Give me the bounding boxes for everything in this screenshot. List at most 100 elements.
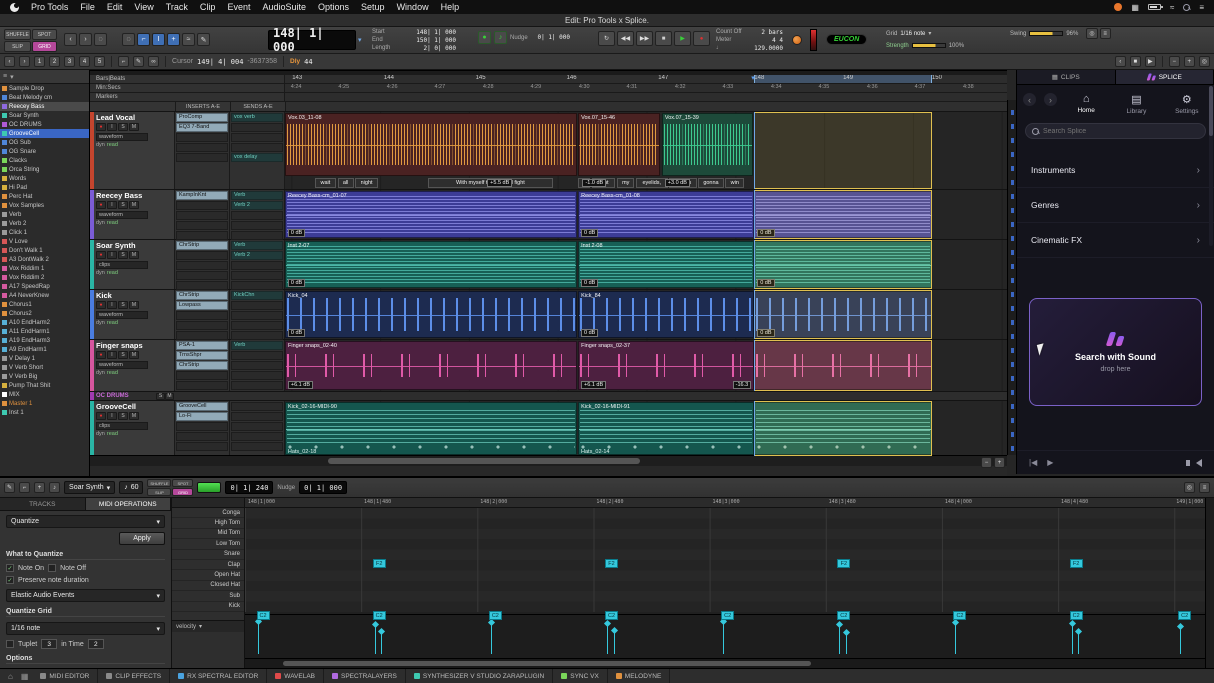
insert-slot[interactable]	[176, 422, 228, 431]
track-list-item[interactable]: Clacks	[0, 156, 89, 165]
solo-button[interactable]: S	[118, 123, 128, 131]
menu-item[interactable]: File	[80, 2, 95, 12]
lyric-box[interactable]: gonna	[698, 178, 724, 188]
splice-nav-settings[interactable]: ⚙ Settings	[1166, 93, 1208, 115]
record-enable-button[interactable]: ●	[96, 412, 106, 420]
record-enable-button[interactable]: ●	[96, 251, 106, 259]
splice-category-row[interactable]: Cinematic FX ›	[1017, 223, 1214, 258]
velocity-lane[interactable]	[245, 614, 1205, 660]
input-monitor-button[interactable]: I	[107, 201, 117, 209]
velocity-stem[interactable]	[955, 623, 956, 654]
length-value[interactable]: 2| 0| 000	[398, 45, 456, 52]
strength-slider[interactable]	[912, 43, 946, 48]
track-list-item[interactable]: Don't Walk 1	[0, 246, 89, 255]
send-slot[interactable]	[231, 221, 283, 230]
tab-midi-operations[interactable]: MIDI OPERATIONS	[86, 498, 172, 510]
send-slot[interactable]	[231, 422, 283, 431]
track-list-item[interactable]: Soar Synth	[0, 111, 89, 120]
mirror-midi-button[interactable]: ✎	[133, 56, 144, 67]
clips-tab[interactable]: ▦ CLIPS	[1017, 70, 1116, 84]
insert-slot[interactable]: ChrStrip	[176, 361, 228, 370]
track-name[interactable]: Finger snaps	[96, 341, 172, 350]
lyric-box[interactable]: eyelids,	[636, 178, 668, 188]
track-list-item[interactable]: Pump That Shit	[0, 381, 89, 390]
zoom-preset-button[interactable]: 4	[79, 56, 90, 67]
insert-slot[interactable]: ChrStrip	[176, 241, 228, 250]
send-slot[interactable]	[231, 133, 283, 142]
zoom-preset-button[interactable]: 3	[64, 56, 75, 67]
zoom-in-button[interactable]: ›	[79, 33, 92, 46]
splice-nav-home[interactable]: ⌂ Home	[1065, 93, 1107, 114]
automation-mode[interactable]: read	[107, 220, 118, 226]
insert-slot[interactable]	[176, 442, 228, 451]
mute-button[interactable]: M	[129, 351, 139, 359]
midi-vertical-scrollbar[interactable]	[1205, 498, 1214, 668]
drum-row-label[interactable]: High Tom	[172, 518, 244, 528]
track-view-selector[interactable]: waveform	[96, 361, 148, 369]
input-monitor-button[interactable]: I	[107, 251, 117, 259]
track-name[interactable]: Kick	[96, 291, 172, 300]
edit-selection[interactable]	[754, 340, 932, 391]
track-list-item[interactable]: Beat Melody cm	[0, 93, 89, 102]
midi-pencil-tool[interactable]: ✎	[4, 482, 15, 493]
drum-row-label[interactable]: Closed Hat	[172, 581, 244, 591]
track-name[interactable]: GrooveCell	[96, 402, 172, 411]
send-slot[interactable]	[231, 371, 283, 380]
oc-drums-name[interactable]: OC DRUMS	[96, 393, 156, 399]
track-lane[interactable]: Kick_02-16-MIDI-90 Kick_02-16-MIDI-91	[285, 401, 1007, 456]
audio-clip[interactable]: Vox.07_15-39	[662, 113, 753, 176]
selector-tool[interactable]: I	[152, 33, 165, 46]
splice-forward-button[interactable]: ›	[1044, 93, 1057, 106]
scrollbar-thumb[interactable]	[328, 458, 640, 464]
menu-item[interactable]: AudioSuite	[262, 2, 306, 12]
midi-note[interactable]: F2	[1070, 559, 1083, 568]
zoom-out-button[interactable]: ‹	[64, 33, 77, 46]
velocity-stem[interactable]	[375, 625, 376, 654]
lyric-box[interactable]: wait	[315, 178, 337, 188]
insert-slot[interactable]	[176, 231, 228, 240]
midi-note-tool[interactable]: ♪	[49, 482, 60, 493]
toolbar-menu-button[interactable]: ≡	[1100, 28, 1111, 39]
midi-note[interactable]: C2	[953, 611, 966, 620]
insert-slot[interactable]	[176, 331, 228, 340]
drum-row-label[interactable]: Clap	[172, 560, 244, 570]
track-name[interactable]: Soar Synth	[96, 241, 172, 250]
grid-icon[interactable]: ▦	[21, 672, 29, 681]
midi-note[interactable]: C2	[489, 611, 502, 620]
track-list-item[interactable]: Chorus2	[0, 309, 89, 318]
splice-category-row[interactable]: Instruments ›	[1017, 153, 1214, 188]
drum-row-label[interactable]: Snare	[172, 550, 244, 560]
midi-note[interactable]: C2	[605, 611, 618, 620]
send-slot[interactable]	[231, 281, 283, 290]
midi-note[interactable]: C2	[721, 611, 734, 620]
conductor-button[interactable]	[792, 35, 802, 45]
send-slot[interactable]	[231, 361, 283, 370]
track-list-item[interactable]: Hi Pad	[0, 183, 89, 192]
solo-button[interactable]: S	[118, 351, 128, 359]
menu-item[interactable]: Pro Tools	[31, 2, 68, 12]
insert-slot[interactable]	[176, 211, 228, 220]
track-list-item[interactable]: A10 EndHarm2	[0, 318, 89, 327]
splice-search-field[interactable]	[1025, 123, 1206, 139]
mute-button[interactable]: M	[129, 412, 139, 420]
window-tab[interactable]: CLIP EFFECTS	[98, 669, 170, 683]
edit-horizontal-scrollbar[interactable]: − +	[90, 455, 1007, 466]
input-monitor-button[interactable]: I	[107, 351, 117, 359]
control-center-icon[interactable]: ≡	[1199, 3, 1204, 12]
menu-item[interactable]: Clip	[200, 2, 216, 12]
wifi-icon[interactable]: ≈	[1170, 3, 1174, 12]
menu-item[interactable]: Window	[397, 2, 429, 12]
audio-clip[interactable]: Kick_84	[578, 291, 754, 338]
splice-status-icon[interactable]	[1114, 3, 1122, 11]
operation-select[interactable]: Quantize ▾	[6, 515, 165, 528]
send-slot[interactable]	[231, 311, 283, 320]
automation-mode[interactable]: read	[107, 320, 118, 326]
send-slot[interactable]: vox verb	[231, 113, 283, 122]
send-slot[interactable]	[231, 331, 283, 340]
midi-horizontal-scrollbar[interactable]	[245, 658, 1205, 668]
track-lane[interactable]: Reecey Bass-cm_01-07 Reecey Bass-cm_01-0…	[285, 190, 1007, 239]
audio-clip[interactable]: Inst 2-08	[578, 241, 754, 288]
send-slot[interactable]: Verb	[231, 191, 283, 200]
main-counter[interactable]: 148| 1| 000	[268, 30, 356, 50]
fast-forward-button[interactable]: ▶▶	[636, 31, 653, 46]
